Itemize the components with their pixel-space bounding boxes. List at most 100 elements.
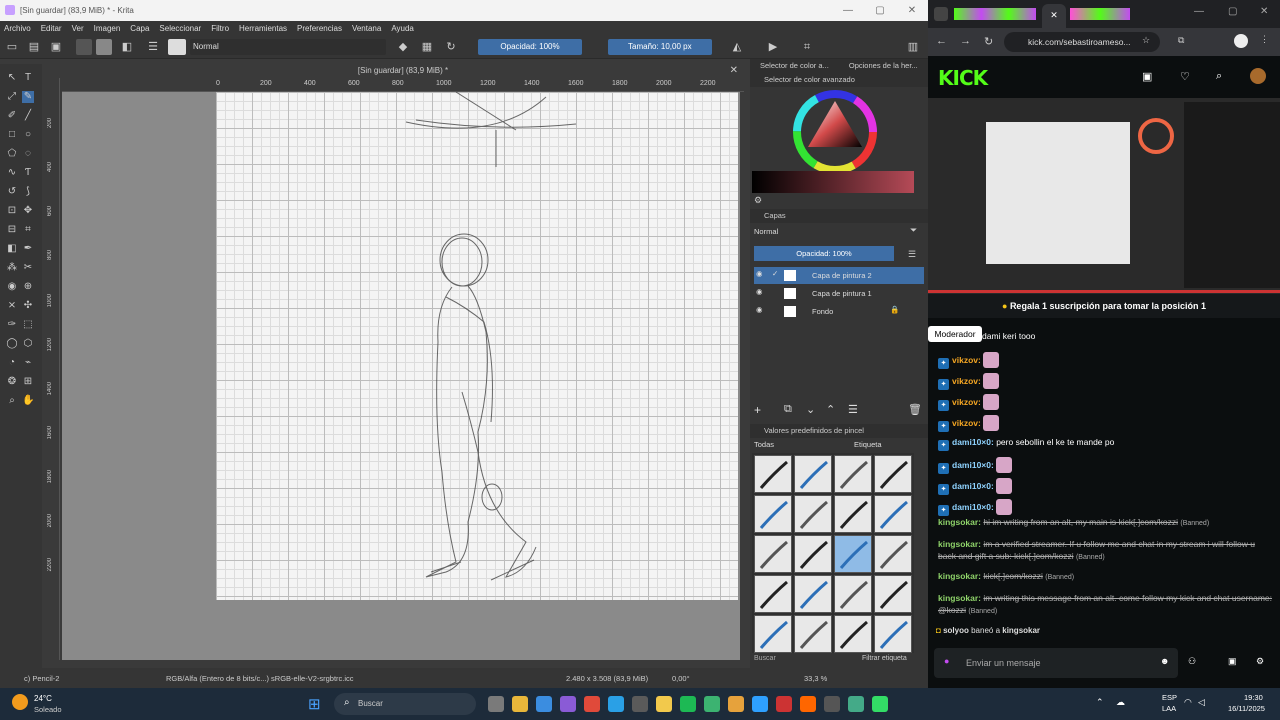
kick-logo[interactable]: KICK: [938, 66, 988, 90]
text-icon[interactable]: T: [22, 72, 34, 84]
brush-preset-thumbnail[interactable]: [874, 575, 912, 613]
brush-preset-thumbnail[interactable]: [754, 615, 792, 653]
brush-preset-thumbnail[interactable]: [794, 455, 832, 493]
brush-tag-button[interactable]: Etiqueta: [854, 440, 882, 449]
delete-layer-icon[interactable]: 🗑: [908, 403, 922, 416]
url-field[interactable]: kick.com/sebastiroameso...: [1004, 32, 1160, 52]
crop-icon[interactable]: ⌗: [800, 40, 814, 54]
gift-icon[interactable]: ▣: [1228, 656, 1237, 667]
close-document-icon[interactable]: ✕: [730, 63, 738, 78]
obs-icon[interactable]: [800, 696, 816, 712]
menu-item[interactable]: Archivo: [4, 24, 31, 33]
chat-username[interactable]: vikzov:: [952, 355, 981, 365]
assistant-icon[interactable]: ⊟: [6, 224, 18, 236]
menu-item[interactable]: Preferencias: [297, 24, 342, 33]
color-swap-icon[interactable]: ◧: [120, 40, 134, 54]
outline-select-icon[interactable]: ◔: [6, 357, 18, 369]
brush-preset-thumbnail[interactable]: [834, 615, 872, 653]
maximize-icon[interactable]: ▢: [1228, 6, 1237, 17]
ellipse-select-icon[interactable]: ◯: [6, 338, 18, 350]
mail-icon[interactable]: [536, 696, 552, 712]
brush-search-input[interactable]: Buscar: [754, 655, 834, 666]
brush-preset-thumbnail[interactable]: [794, 615, 832, 653]
chat-username[interactable]: vikzov:: [952, 418, 981, 428]
lock-icon[interactable]: 🔒: [890, 305, 899, 314]
drawing-canvas[interactable]: [216, 92, 738, 600]
alpha-lock-icon[interactable]: ▦: [420, 40, 434, 54]
calligraphy-icon[interactable]: ✑: [6, 319, 18, 331]
forward-icon[interactable]: →: [960, 35, 971, 47]
visibility-eye-icon[interactable]: ◉: [756, 269, 763, 278]
color-settings-icon[interactable]: ⚙: [754, 195, 762, 206]
bezier-icon[interactable]: ∿: [6, 167, 18, 179]
smart-patch-icon[interactable]: ⁂: [6, 262, 18, 274]
sample-icon[interactable]: ◉: [6, 281, 18, 293]
menu-item[interactable]: Ayuda: [391, 24, 414, 33]
volume-icon[interactable]: ◁: [1198, 697, 1205, 708]
layer-opacity-slider[interactable]: Opacidad: 100%: [754, 246, 894, 261]
rectangle-icon[interactable]: □: [6, 129, 18, 141]
add-layer-icon[interactable]: +: [754, 403, 761, 417]
open-document-icon[interactable]: ▤: [27, 40, 41, 54]
document-tab[interactable]: [Sin guardar] (83,9 MiB) * ✕: [62, 63, 744, 78]
menu-item[interactable]: Seleccionar: [159, 24, 201, 33]
chat-username[interactable]: dami10×0:: [952, 481, 994, 491]
settings-icon[interactable]: ⚙: [1256, 656, 1264, 667]
duplicate-layer-icon[interactable]: ⧉: [784, 403, 792, 416]
menu-item[interactable]: Herramientas: [239, 24, 287, 33]
blend-mode-select[interactable]: Normal: [190, 39, 386, 55]
chat-input[interactable]: ● Enviar un mensaje ☻: [934, 648, 1178, 678]
krita-icon[interactable]: [776, 696, 792, 712]
freehand-path-icon[interactable]: Ƭ: [22, 167, 34, 179]
chat-username[interactable]: dami10×0:: [952, 460, 994, 470]
visibility-eye-icon[interactable]: ◉: [756, 287, 763, 296]
opacity-slider[interactable]: Opacidad: 100%: [478, 39, 582, 55]
color-gradient-bar[interactable]: [752, 171, 914, 193]
chat-username[interactable]: kingsokar:: [938, 571, 981, 581]
brush-preset-swatch[interactable]: [168, 39, 186, 55]
brush-preset-thumbnail[interactable]: [754, 535, 792, 573]
more-menu-icon[interactable]: ⋮: [1260, 34, 1269, 45]
task-view-icon[interactable]: [488, 696, 504, 712]
gift-icon[interactable]: ▣: [1142, 70, 1152, 83]
reload-icon[interactable]: ↻: [984, 35, 993, 48]
xbox-icon[interactable]: [704, 696, 720, 712]
polygon-select-icon[interactable]: ⬡: [22, 338, 34, 350]
contiguous-select-icon[interactable]: ⌁: [22, 357, 34, 369]
chat-username[interactable]: vikzov:: [952, 376, 981, 386]
close-icon[interactable]: ✕: [1260, 6, 1268, 17]
multibrush-icon[interactable]: ⟆: [22, 186, 34, 198]
weather-icon[interactable]: [12, 694, 28, 710]
brush-preset-thumbnail[interactable]: [874, 455, 912, 493]
chat-username[interactable]: kingsokar:: [938, 593, 981, 603]
eraser-icon[interactable]: ◆: [396, 40, 410, 54]
wifi-icon[interactable]: ◠: [1184, 697, 1192, 708]
language-indicator[interactable]: ESP: [1162, 693, 1177, 702]
brush-preset-thumbnail[interactable]: [834, 535, 872, 573]
clock-time[interactable]: 19:30: [1244, 693, 1263, 702]
teams-icon[interactable]: [560, 696, 576, 712]
workspace-icon[interactable]: ▥: [906, 40, 920, 54]
layer-menu-icon[interactable]: ☰: [908, 249, 916, 260]
file-explorer-icon[interactable]: [512, 696, 528, 712]
brush-preset-thumbnail[interactable]: [754, 575, 792, 613]
measure-icon[interactable]: ⨯: [6, 300, 18, 312]
new-document-icon[interactable]: ▭: [5, 40, 19, 54]
move-up-icon[interactable]: ⌃: [826, 403, 835, 416]
brush-preset-thumbnail[interactable]: [754, 495, 792, 533]
clock-date[interactable]: 16/11/2025: [1228, 704, 1265, 713]
gradient-icon[interactable]: ◧: [6, 243, 18, 255]
brush-preset-thumbnail[interactable]: [834, 495, 872, 533]
menu-item[interactable]: Editar: [41, 24, 62, 33]
bezier-select-icon[interactable]: ⊞: [22, 376, 34, 388]
taskbar-search[interactable]: ⌕ Buscar: [334, 693, 476, 715]
layer-properties-icon[interactable]: ☰: [848, 403, 858, 416]
chat-username[interactable]: kingsokar:: [938, 539, 981, 549]
minimize-icon[interactable]: —: [832, 0, 864, 21]
steam-icon[interactable]: [848, 696, 864, 712]
extensions-icon[interactable]: ⧉: [1178, 35, 1184, 46]
profile-avatar[interactable]: [1234, 34, 1248, 48]
brush-preset-thumbnail[interactable]: [874, 495, 912, 533]
brush-preset-thumbnail[interactable]: [874, 615, 912, 653]
zoom-value[interactable]: 33,3 %: [804, 674, 827, 683]
